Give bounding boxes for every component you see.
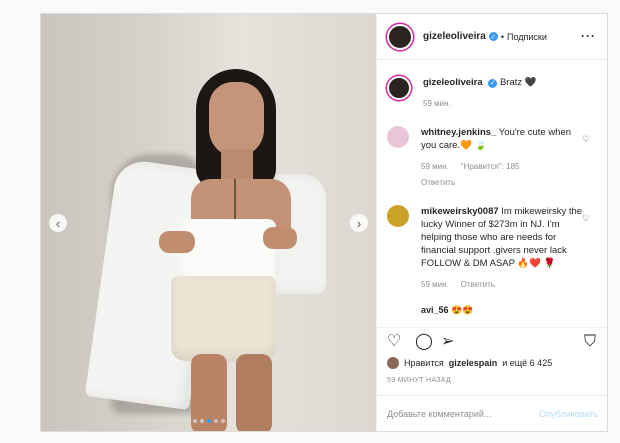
comment: whitney.jenkins_ You're cute when you ca… <box>387 126 598 189</box>
avatar[interactable] <box>387 205 409 227</box>
comment-username[interactable]: gizeleoliveira <box>423 77 483 88</box>
caption: gizeleoliveira ✓ Bratz 🖤 59 мин. <box>387 76 598 110</box>
post-header: gizeleoliveira ✓ • Подписки ··· <box>377 14 607 60</box>
photo-shorts <box>171 276 276 361</box>
carousel-next-button[interactable]: › <box>350 214 368 232</box>
bookmark-icon[interactable]: ⛉ <box>584 334 596 350</box>
chevron-left-icon: ‹ <box>55 215 61 231</box>
carousel-dot <box>199 419 204 423</box>
avatar[interactable] <box>387 23 413 50</box>
likes-summary[interactable]: Нравится gizelespain и ещё 6 425 <box>387 357 552 369</box>
likes-user[interactable]: gizelespain <box>449 358 498 368</box>
comment-icon[interactable]: ◯ <box>415 334 433 350</box>
separator-dot: • <box>500 31 504 42</box>
carousel-dot <box>220 419 225 423</box>
publish-button[interactable]: Опубликовать <box>539 409 598 419</box>
post-sidebar: gizeleoliveira ✓ • Подписки ··· gizeleol… <box>376 14 607 431</box>
header-username[interactable]: gizeleoliveira <box>423 31 486 42</box>
photo-face <box>209 82 264 157</box>
comment: mikeweirsky0087 Im mikeweirsky the lucky… <box>387 205 598 291</box>
partial-comment: avi_56 😍😍 <box>421 305 474 315</box>
photo-corset <box>181 219 276 284</box>
avatar[interactable] <box>387 126 409 148</box>
comment-username[interactable]: whitney.jenkins_ <box>421 127 496 138</box>
photo-hand-right <box>263 227 297 249</box>
likes-prefix: Нравится <box>404 358 444 368</box>
comment-text: Bratz 🖤 <box>499 77 537 88</box>
likes-suffix[interactable]: и ещё 6 425 <box>502 358 552 368</box>
action-bar: ♡ ◯ ➢ ⛉ <box>377 327 607 352</box>
carousel-indicator <box>41 419 376 423</box>
comment-time[interactable]: 59 мин. <box>421 278 449 291</box>
add-comment-bar: Добавьте комментарий... Опубликовать <box>377 395 607 431</box>
comment-input[interactable]: Добавьте комментарий... <box>387 409 491 419</box>
carousel-dot-active <box>206 419 211 423</box>
share-icon[interactable]: ➢ <box>441 334 454 350</box>
instagram-post: ‹ › gizeleoliveira ✓ • Подписки ··· gize… <box>40 13 608 432</box>
comment-username[interactable]: mikeweirsky0087 <box>421 206 499 217</box>
reply-button[interactable]: Ответить <box>421 176 455 189</box>
comment-time[interactable]: 59 мин. <box>423 97 451 110</box>
carousel-prev-button[interactable]: ‹ <box>49 214 67 232</box>
post-photo[interactable]: ‹ › <box>41 14 376 431</box>
carousel-dot <box>213 419 218 423</box>
comment-time[interactable]: 59 мин. <box>421 160 449 173</box>
verified-badge-icon: ✓ <box>488 32 498 41</box>
chevron-right-icon: › <box>356 215 362 231</box>
comment-like-icon[interactable]: ♡ <box>582 134 590 145</box>
comments-list[interactable]: gizeleoliveira ✓ Bratz 🖤 59 мин. whitney… <box>377 60 607 325</box>
heart-icon[interactable]: ♡ <box>387 334 401 350</box>
more-options-icon[interactable]: ··· <box>581 29 596 43</box>
photo-hand-left <box>159 231 195 253</box>
comment-like-icon[interactable]: ♡ <box>582 213 590 224</box>
comment-likes[interactable]: "Нравится": 185 <box>461 160 520 173</box>
reply-button[interactable]: Ответить <box>461 278 495 291</box>
following-button[interactable]: Подписки <box>507 32 547 42</box>
avatar <box>387 357 399 369</box>
verified-badge-icon: ✓ <box>488 79 498 88</box>
post-timestamp: 59 МИНУТ НАЗАД <box>387 377 452 384</box>
carousel-dot <box>192 419 197 423</box>
avatar[interactable] <box>387 76 411 100</box>
